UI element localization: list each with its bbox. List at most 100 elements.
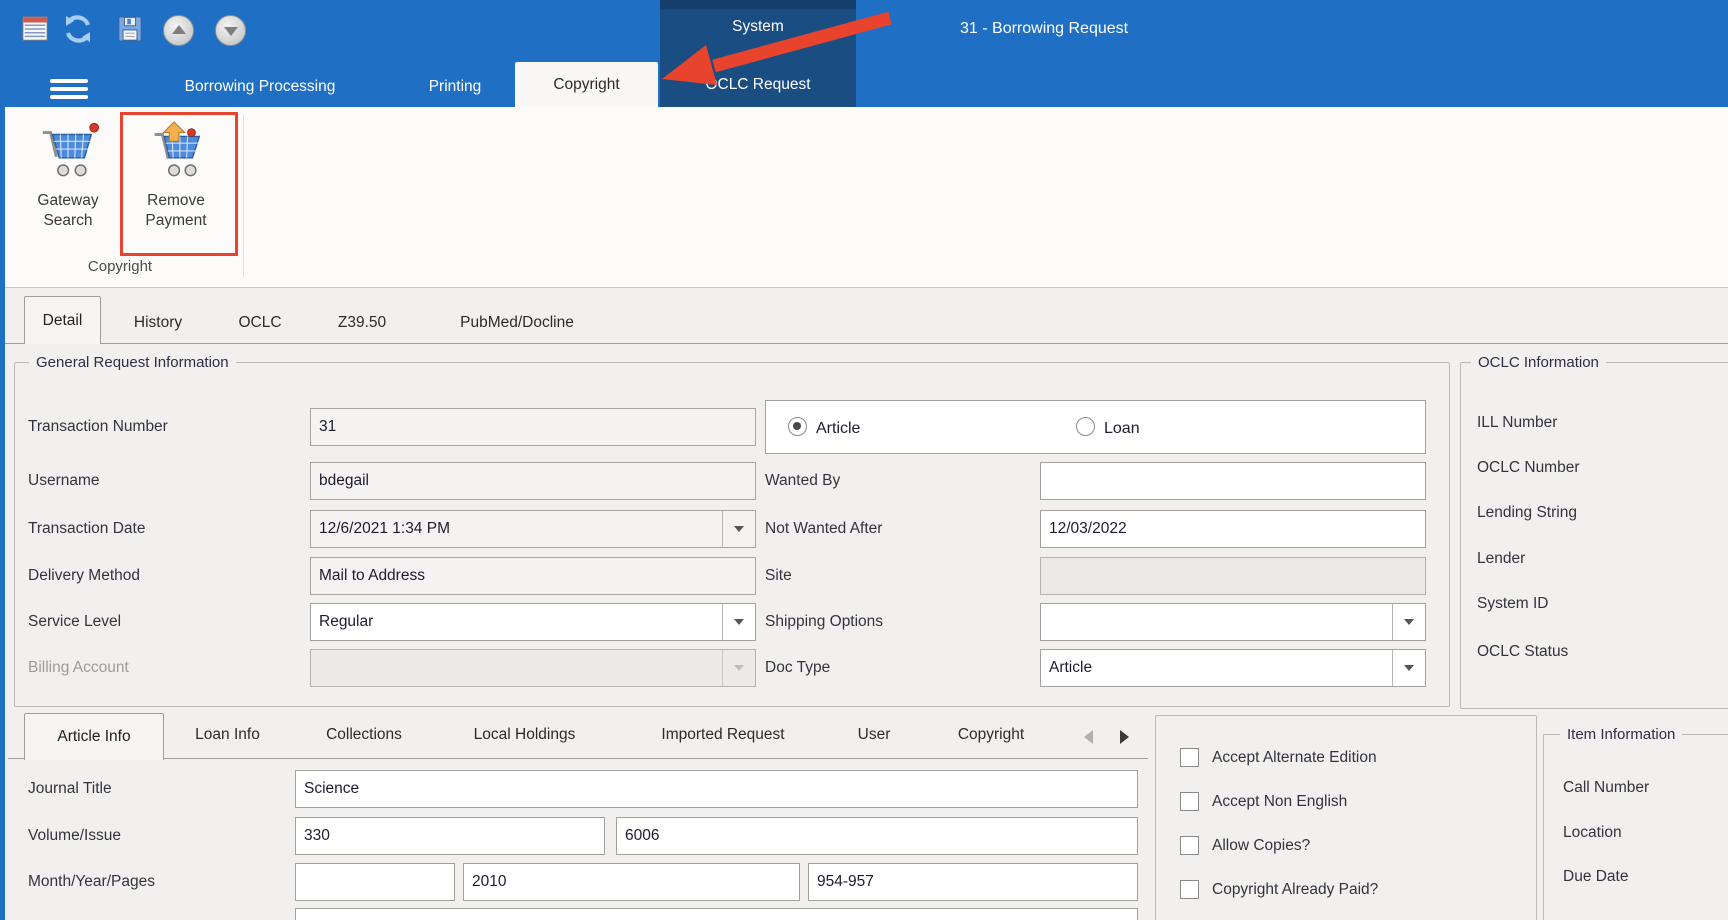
general-request-information-title: General Request Information (29, 353, 236, 372)
ribbon-group-copyright: Copyright (30, 258, 210, 275)
delivery-method-label: Delivery Method (28, 557, 140, 595)
hamburger-menu-icon[interactable] (50, 79, 88, 99)
volume-issue-label: Volume/Issue (28, 817, 121, 855)
volume-field[interactable]: 330 (295, 817, 605, 855)
chevron-down-icon (734, 526, 744, 532)
system-id-label: System ID (1477, 592, 1548, 616)
oclc-information-title: OCLC Information (1471, 353, 1606, 372)
not-wanted-after-label: Not Wanted After (765, 510, 882, 548)
tab-user[interactable]: User (845, 722, 903, 748)
site-field (1040, 557, 1426, 595)
tab-history[interactable]: History (118, 310, 198, 336)
not-wanted-after-field[interactable]: 12/03/2022 (1040, 510, 1426, 548)
title-bar: Borrowing Processing Printing Copyright … (0, 0, 1728, 107)
chevron-down-icon (1404, 619, 1414, 625)
radio-loan[interactable]: Loan (1076, 417, 1140, 438)
route-down-icon[interactable] (215, 15, 246, 46)
tab-imported-request[interactable]: Imported Request (628, 722, 818, 748)
chevron-down-icon (734, 665, 744, 671)
ribbon-tab-borrowing-processing[interactable]: Borrowing Processing (160, 74, 360, 100)
tab-scroll-right-icon[interactable] (1120, 730, 1129, 744)
shopping-cart-icon (37, 120, 99, 180)
tab-oclc[interactable]: OCLC (226, 310, 294, 336)
lending-string-label: Lending String (1477, 501, 1577, 525)
issue-field[interactable]: 6006 (616, 817, 1138, 855)
refresh-icon[interactable] (62, 12, 94, 46)
accept-non-english-label: Accept Non English (1212, 792, 1347, 812)
allow-copies-checkbox[interactable] (1180, 836, 1199, 855)
service-level-label: Service Level (28, 603, 121, 641)
route-up-icon[interactable] (163, 15, 194, 46)
report-icon[interactable] (22, 14, 48, 44)
item-information-title: Item Information (1560, 725, 1682, 744)
tab-scroll-left-icon[interactable] (1084, 730, 1093, 744)
annotation-rectangle (120, 112, 238, 256)
tab-loan-info[interactable]: Loan Info (180, 722, 275, 748)
article-author-field[interactable] (295, 908, 1138, 920)
service-level-combobox[interactable]: Regular (310, 603, 756, 641)
window-title: 31 - Borrowing Request (960, 20, 1280, 38)
tab-local-holdings[interactable]: Local Holdings (452, 722, 597, 748)
shipping-options-dropdown-button[interactable] (1392, 604, 1425, 640)
tab-collections[interactable]: Collections (308, 722, 420, 748)
shipping-options-combobox[interactable] (1040, 603, 1426, 641)
ribbon-tab-copyright[interactable]: Copyright (515, 62, 658, 107)
journal-title-label: Journal Title (28, 770, 112, 808)
copyright-already-paid-checkbox[interactable] (1180, 880, 1199, 899)
annotation-arrow-icon (640, 5, 910, 90)
transaction-number-field[interactable]: 31 (310, 408, 756, 446)
billing-account-combobox (310, 649, 756, 687)
ribbon-tab-printing[interactable]: Printing (400, 74, 510, 100)
username-label: Username (28, 462, 100, 500)
doc-type-dropdown-button[interactable] (1392, 650, 1425, 686)
year-field[interactable]: 2010 (463, 863, 800, 901)
site-label: Site (765, 557, 792, 595)
tab-z3950[interactable]: Z39.50 (318, 310, 406, 336)
delivery-method-field[interactable]: Mail to Address (310, 557, 756, 595)
month-field[interactable] (295, 863, 455, 901)
transaction-date-combobox[interactable]: 12/6/2021 1:34 PM (310, 510, 756, 548)
transaction-date-value: 12/6/2021 1:34 PM (319, 520, 450, 537)
window-left-border (0, 107, 5, 920)
call-number-label: Call Number (1563, 776, 1649, 800)
pages-field[interactable]: 954-957 (808, 863, 1138, 901)
username-field[interactable]: bdegail (310, 462, 756, 500)
service-level-value: Regular (319, 613, 373, 630)
doc-type-label: Doc Type (765, 649, 830, 687)
chevron-down-icon (734, 619, 744, 625)
due-date-label: Due Date (1563, 865, 1628, 889)
tab-copyright-bottom[interactable]: Copyright (932, 722, 1050, 748)
chevron-down-icon (1404, 665, 1414, 671)
journal-title-field[interactable]: Science (295, 770, 1138, 808)
ribbon-group-separator (243, 115, 244, 277)
allow-copies-label: Allow Copies? (1212, 836, 1310, 856)
gateway-search-label: Gateway Search (16, 191, 120, 231)
billing-account-label: Billing Account (28, 649, 129, 687)
radio-article-label: Article (816, 420, 860, 437)
accept-non-english-checkbox[interactable] (1180, 792, 1199, 811)
ribbon: Gateway Search Remove Payment Copyright (0, 107, 1728, 288)
gateway-search-button[interactable]: Gateway Search (16, 112, 120, 231)
wanted-by-field[interactable] (1040, 462, 1426, 500)
doc-type-combobox[interactable]: Article (1040, 649, 1426, 687)
radio-unselected-icon (1076, 417, 1095, 436)
radio-loan-label: Loan (1104, 420, 1140, 437)
tab-article-info[interactable]: Article Info (24, 713, 164, 760)
shipping-options-label: Shipping Options (765, 603, 883, 641)
month-year-pages-label: Month/Year/Pages (28, 863, 155, 901)
radio-article[interactable]: Article (788, 417, 860, 438)
accept-alternate-edition-label: Accept Alternate Edition (1212, 748, 1377, 768)
application-window: Borrowing Processing Printing Copyright … (0, 0, 1728, 920)
accept-alternate-edition-checkbox[interactable] (1180, 748, 1199, 767)
tab-pubmed-docline[interactable]: PubMed/Docline (432, 310, 602, 336)
billing-account-dropdown-button (722, 650, 755, 686)
save-icon[interactable] (117, 14, 143, 44)
tab-strip-underline (8, 758, 1148, 759)
radio-selected-icon (788, 417, 807, 436)
request-type-radio-group: Article Loan (765, 400, 1426, 454)
article-author-label: Article Author (28, 910, 120, 920)
transaction-number-label: Transaction Number (28, 408, 168, 446)
service-level-dropdown-button[interactable] (722, 604, 755, 640)
tab-detail[interactable]: Detail (24, 296, 101, 344)
transaction-date-dropdown-button[interactable] (722, 511, 755, 547)
